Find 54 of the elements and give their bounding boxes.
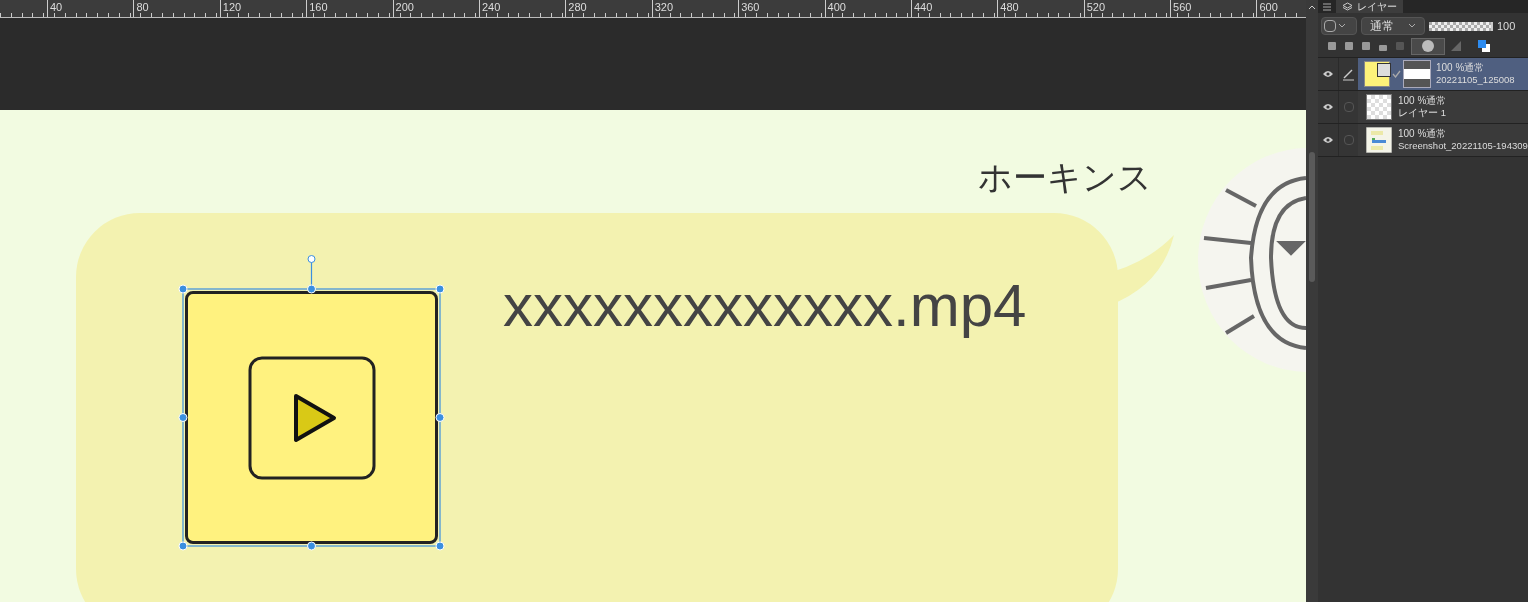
ruler-label: 560 [1173,1,1192,13]
speaker-name: ホーキンス [978,157,1152,198]
layer-row[interactable]: 100 %通常 20221105_125008 [1318,58,1528,91]
layer-tab[interactable]: レイヤー [1336,0,1403,13]
layer-name: Screenshot_20221105-194309 [1398,140,1528,152]
tool-icon[interactable] [1343,40,1355,52]
checkbox[interactable] [1343,135,1354,145]
check-icon [1392,70,1401,78]
tool-icon[interactable] [1360,40,1372,52]
opacity-slider[interactable] [1429,21,1493,31]
mask-dropdown[interactable] [1411,37,1445,55]
layer-thumbnail [1366,127,1392,153]
ruler-label: 200 [395,1,414,13]
play-icon [247,355,376,480]
tool-icon[interactable] [1326,40,1338,52]
color-icon[interactable] [1477,39,1491,53]
ruler-label: 440 [913,1,933,13]
layer-name: 20221105_125008 [1436,74,1515,86]
blend-mode-dropdown[interactable]: 通常 [1361,17,1425,35]
chevron-down-icon [1338,23,1346,29]
ruler-label: 120 [222,1,242,13]
scrollbar[interactable] [1306,0,1318,602]
layer-thumbnail [1364,61,1390,87]
mask-thumbnail [1403,60,1431,88]
ruler-label: 600 [1259,1,1278,13]
color-dropdown[interactable] [1321,17,1357,35]
layer-mode: 100 %通常 [1398,95,1447,107]
chevron-down-icon [1408,23,1416,29]
ruler-label: 520 [1086,1,1106,13]
ruler-label: 360 [741,1,760,13]
ruler-label: 240 [481,1,501,13]
ruler-label: 480 [1000,1,1019,13]
ruler-label: 80 [136,1,149,13]
checkbox[interactable] [1343,102,1354,112]
ruler-label: 160 [309,1,328,13]
ruler-label: 400 [827,1,846,13]
ruler-label: 320 [654,1,674,13]
eye-icon[interactable] [1322,136,1334,144]
layer-row[interactable]: 100 %通常 レイヤー 1 [1318,91,1528,124]
layer-name: レイヤー 1 [1398,107,1447,119]
ruler-label: 280 [568,1,587,13]
layers-icon [1342,1,1353,12]
menu-icon[interactable] [1322,2,1332,11]
pencil-icon[interactable] [1342,67,1355,81]
ruler-label: 40 [50,1,63,13]
layer-mode: 100 %通常 [1398,128,1448,140]
layer-row[interactable]: 100 %通常 Screenshot_20221105-194309 [1318,124,1528,157]
opacity-value: 100 [1497,18,1516,34]
eye-icon[interactable] [1322,70,1334,78]
chevron-up-icon [1308,4,1316,10]
eye-icon[interactable] [1322,103,1334,111]
layer-mode: 100 %通常 [1436,62,1486,74]
layer-thumbnail [1366,94,1392,120]
file-name: xxxxxxxxxxxxx.mp4 [503,271,1027,341]
